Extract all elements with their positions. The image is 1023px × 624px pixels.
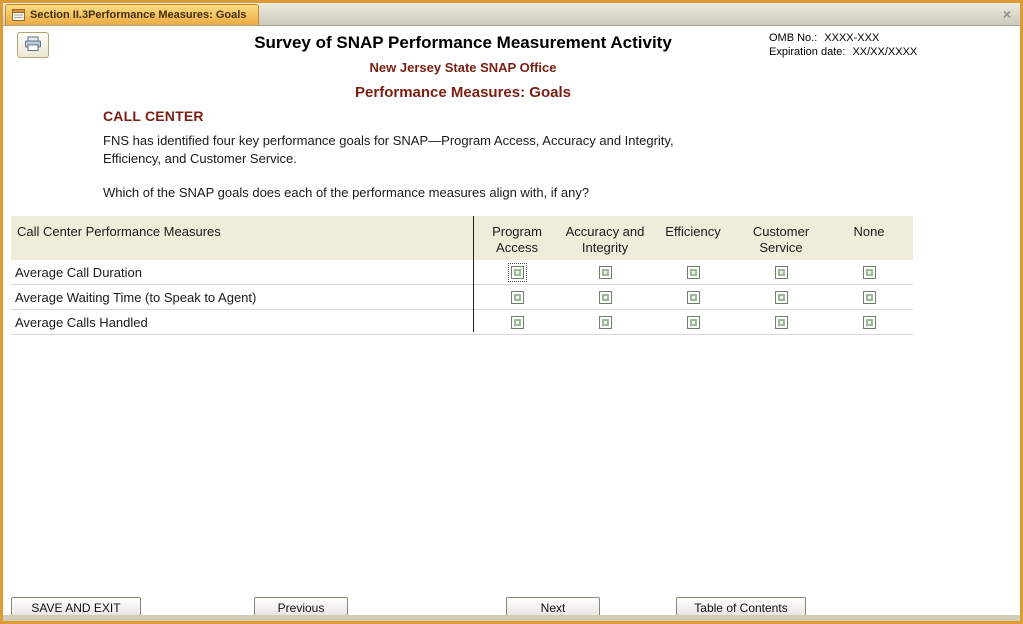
omb-number-row: OMB No.: XXXX-XXX — [769, 31, 917, 45]
checkbox-cell — [825, 291, 913, 304]
print-button[interactable] — [17, 32, 49, 58]
goal-checkbox[interactable] — [863, 266, 876, 279]
close-icon[interactable]: × — [1003, 6, 1011, 22]
checkbox-cell — [561, 291, 649, 304]
office-subtitle: New Jersey State SNAP Office — [113, 60, 813, 75]
omb-info: OMB No.: XXXX-XXX Expiration date: XX/XX… — [769, 31, 917, 59]
checkbox-cell — [825, 316, 913, 329]
goal-checkbox[interactable] — [687, 291, 700, 304]
measure-label: Average Call Duration — [11, 265, 473, 280]
goal-checkbox[interactable] — [511, 316, 524, 329]
measures-column-header: Call Center Performance Measures — [11, 224, 473, 260]
column-header-customer-service: Customer Service — [737, 224, 825, 260]
goal-checkbox[interactable] — [599, 291, 612, 304]
column-header-program-access: Program Access — [473, 224, 561, 260]
column-divider — [473, 216, 474, 332]
call-center-heading: CALL CENTER — [103, 108, 204, 124]
goal-checkbox[interactable] — [511, 291, 524, 304]
tab-title: Section II.3Performance Measures: Goals — [30, 9, 246, 21]
column-header-efficiency: Efficiency — [649, 224, 737, 260]
goal-checkbox[interactable] — [599, 266, 612, 279]
column-header-accuracy-integrity: Accuracy and Integrity — [561, 224, 649, 260]
checkbox-cell — [473, 291, 561, 304]
measures-table: Call Center Performance Measures Program… — [11, 216, 913, 335]
section-title: Performance Measures: Goals — [113, 84, 813, 101]
table-row: Average Waiting Time (to Speak to Agent) — [11, 285, 913, 310]
expiration-value: XX/XX/XXXX — [852, 45, 917, 59]
window-bottom-strip — [3, 615, 1020, 621]
checkbox-cell — [649, 266, 737, 279]
checkbox-cell — [649, 316, 737, 329]
table-row: Average Calls Handled — [11, 310, 913, 335]
expiration-label: Expiration date: — [769, 45, 845, 59]
checkbox-cell — [737, 266, 825, 279]
table-header-row: Call Center Performance Measures Program… — [11, 216, 913, 260]
goal-checkbox[interactable] — [687, 266, 700, 279]
measure-label: Average Calls Handled — [11, 315, 473, 330]
checkbox-cell — [473, 316, 561, 329]
expiration-row: Expiration date: XX/XX/XXXX — [769, 45, 917, 59]
checkbox-cell — [737, 291, 825, 304]
goal-checkbox[interactable] — [599, 316, 612, 329]
checkbox-cell — [737, 316, 825, 329]
question-text: Which of the SNAP goals does each of the… — [103, 185, 589, 200]
checkbox-cell — [649, 291, 737, 304]
table-row: Average Call Duration — [11, 260, 913, 285]
goal-checkbox[interactable] — [863, 316, 876, 329]
goal-checkbox[interactable] — [511, 266, 524, 279]
checkbox-cell — [473, 266, 561, 279]
intro-text: FNS has identified four key performance … — [103, 132, 735, 167]
page-title: Survey of SNAP Performance Measurement A… — [113, 33, 813, 53]
column-header-none: None — [825, 224, 913, 260]
printer-icon — [24, 36, 42, 55]
goal-checkbox[interactable] — [775, 266, 788, 279]
goal-checkbox[interactable] — [775, 316, 788, 329]
omb-number-label: OMB No.: — [769, 31, 817, 45]
checkbox-cell — [561, 266, 649, 279]
goal-checkbox[interactable] — [687, 316, 700, 329]
omb-number-value: XXXX-XXX — [824, 31, 879, 45]
tab-performance-goals[interactable]: Section II.3Performance Measures: Goals — [5, 4, 259, 25]
checkbox-cell — [561, 316, 649, 329]
checkbox-cell — [825, 266, 913, 279]
measure-label: Average Waiting Time (to Speak to Agent) — [11, 290, 473, 305]
goal-checkbox[interactable] — [863, 291, 876, 304]
form-icon — [12, 9, 25, 21]
app-window: Section II.3Performance Measures: Goals … — [0, 0, 1023, 624]
goal-checkbox[interactable] — [775, 291, 788, 304]
tab-bar: Section II.3Performance Measures: Goals … — [3, 3, 1020, 26]
